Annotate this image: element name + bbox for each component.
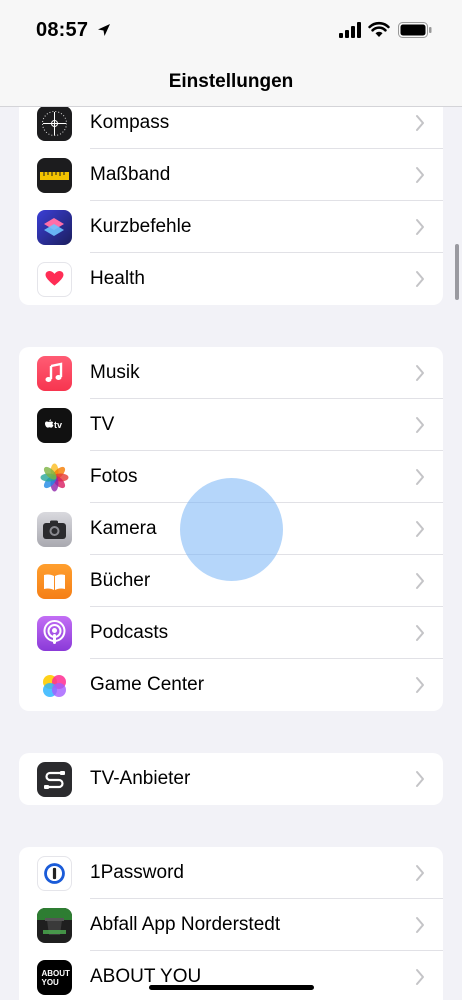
about-you-icon: ABOUT YOU [37, 960, 72, 995]
touch-indicator [180, 478, 283, 581]
abfall-app-icon [37, 908, 72, 943]
battery-icon [398, 22, 432, 38]
tv-icon: tv [37, 408, 72, 443]
settings-row-label: Kompass [90, 112, 170, 133]
page-title: Einstellungen [168, 71, 294, 92]
books-icon [37, 564, 72, 599]
navigation-bar: 08:57 Einstellungen [0, 0, 462, 107]
settings-row-label: Musik [90, 362, 140, 383]
compass-icon [37, 106, 72, 141]
podcasts-icon [37, 616, 72, 651]
about-you-icon-text: ABOUT YOU [41, 968, 70, 987]
chevron-right-icon [416, 115, 424, 131]
chevron-right-icon [416, 573, 424, 589]
settings-row-label: TV [90, 414, 115, 435]
settings-row-label: Maßband [90, 164, 171, 185]
status-time: 08:57 [36, 19, 89, 41]
settings-row-label: Podcasts [90, 622, 169, 643]
settings-row-abfall-app[interactable]: Abfall App Norderstedt [19, 899, 443, 951]
game-center-icon [37, 668, 72, 703]
settings-row-about-you[interactable]: ABOUT YOU ABOUT YOU [19, 951, 443, 1000]
settings-row-label: TV-Anbieter [90, 768, 191, 789]
camera-icon [37, 512, 72, 547]
music-icon [37, 356, 72, 391]
location-arrow-icon [98, 24, 110, 36]
settings-row-label: Game Center [90, 674, 205, 695]
chevron-right-icon [416, 865, 424, 881]
chevron-right-icon [416, 917, 424, 933]
tv-provider-icon [37, 762, 72, 797]
scrollbar[interactable] [455, 244, 459, 300]
settings-row-label: Fotos [90, 466, 138, 487]
settings-screen: Kompass Maßband Kurzbefehle Health Musik… [0, 0, 462, 1000]
chevron-right-icon [416, 365, 424, 381]
tv-icon-text: tv [54, 420, 62, 430]
settings-row-musik[interactable]: Musik [19, 347, 443, 399]
chevron-right-icon [416, 771, 424, 787]
settings-group-apps: 1Password Abfall App Norderstedt ABOUT Y… [19, 847, 443, 1000]
settings-row-tv-anbieter[interactable]: TV-Anbieter [19, 753, 443, 805]
chevron-right-icon [416, 469, 424, 485]
settings-row-label: Kurzbefehle [90, 216, 192, 237]
chevron-right-icon [416, 417, 424, 433]
settings-group-tv-provider: TV-Anbieter [19, 753, 443, 805]
shortcuts-icon [37, 210, 72, 245]
wifi-icon [368, 21, 390, 37]
settings-group-utilities: Kompass Maßband Kurzbefehle Health [19, 97, 443, 305]
settings-row-kurzbefehle[interactable]: Kurzbefehle [19, 201, 443, 253]
health-icon [37, 262, 72, 297]
onepassword-icon [37, 856, 72, 891]
settings-row-game-center[interactable]: Game Center [19, 659, 443, 711]
settings-row-tv[interactable]: tv TV [19, 399, 443, 451]
settings-row-label: Kamera [90, 518, 157, 539]
chevron-right-icon [416, 969, 424, 985]
measure-icon [37, 158, 72, 193]
settings-row-label: 1Password [90, 862, 184, 883]
home-indicator[interactable] [149, 985, 314, 990]
settings-row-label: Health [90, 268, 145, 289]
settings-row-massband[interactable]: Maßband [19, 149, 443, 201]
chevron-right-icon [416, 677, 424, 693]
cellular-signal-icon [339, 22, 361, 38]
chevron-right-icon [416, 625, 424, 641]
chevron-right-icon [416, 167, 424, 183]
settings-row-label: Abfall App Norderstedt [90, 914, 281, 935]
settings-row-1password[interactable]: 1Password [19, 847, 443, 899]
chevron-right-icon [416, 219, 424, 235]
chevron-right-icon [416, 521, 424, 537]
chevron-right-icon [416, 271, 424, 287]
settings-row-podcasts[interactable]: Podcasts [19, 607, 443, 659]
settings-row-health[interactable]: Health [19, 253, 443, 305]
photos-icon [37, 460, 72, 495]
settings-row-label: Bücher [90, 570, 151, 591]
